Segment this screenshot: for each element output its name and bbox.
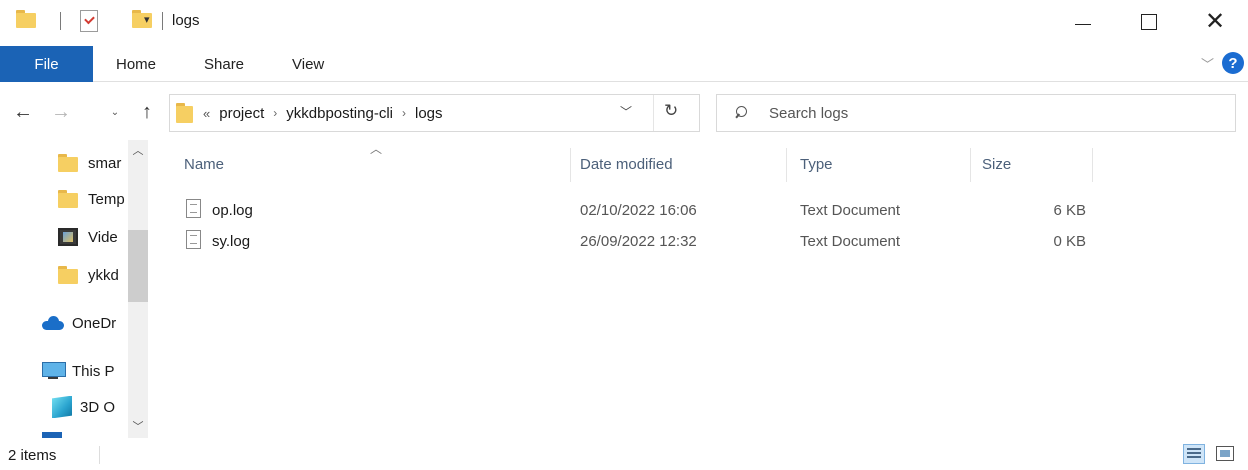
file-list: ︿ Name Date modified Type Size op.log 02… bbox=[150, 140, 1248, 438]
column-divider[interactable] bbox=[1092, 148, 1093, 182]
text-document-icon bbox=[186, 230, 201, 249]
folder-icon bbox=[176, 103, 193, 123]
navigation-bar: ← → ⌄ ↑ « project › ykkdbposting-cli › l… bbox=[0, 90, 1248, 136]
column-header-name[interactable]: Name bbox=[184, 156, 224, 173]
folder-icon bbox=[58, 190, 78, 208]
minimize-button[interactable] bbox=[1060, 0, 1106, 44]
forward-button[interactable]: → bbox=[44, 96, 78, 128]
address-bar[interactable]: « project › ykkdbposting-cli › logs ﹀ ↻ bbox=[169, 94, 700, 132]
maximize-icon bbox=[1141, 14, 1157, 30]
column-divider[interactable] bbox=[786, 148, 787, 182]
text-document-icon bbox=[186, 199, 201, 218]
breadcrumb: « project › ykkdbposting-cli › logs bbox=[203, 105, 443, 122]
quick-access-separator bbox=[60, 12, 61, 30]
breadcrumb-logs[interactable]: logs bbox=[415, 105, 443, 122]
column-header-type[interactable]: Type bbox=[800, 156, 833, 173]
folder-icon bbox=[58, 154, 78, 172]
breadcrumb-chevron-icon[interactable]: › bbox=[273, 106, 277, 120]
nav-item-label: 3D O bbox=[80, 398, 116, 416]
refresh-button[interactable]: ↻ bbox=[664, 101, 678, 121]
nav-item-this-pc[interactable]: This P bbox=[42, 360, 128, 382]
column-header-size[interactable]: Size bbox=[982, 156, 1011, 173]
details-view-icon[interactable] bbox=[1183, 444, 1205, 464]
folder-icon bbox=[58, 266, 78, 284]
navigation-pane-scrollbar[interactable]: ︿ ﹀ bbox=[128, 140, 148, 438]
3d-objects-icon bbox=[52, 396, 72, 418]
onedrive-cloud-icon bbox=[42, 316, 64, 330]
nav-item-label: smar bbox=[88, 154, 122, 172]
nav-item-label: ykkd bbox=[88, 266, 119, 284]
ribbon-tabs: File Home Share View ﹀ ? bbox=[0, 46, 1248, 82]
navigation-pane: smar Temp Vide ykkd OneDr This P 3D O ︿ … bbox=[0, 140, 150, 438]
item-count: 2 items bbox=[8, 447, 57, 464]
window-title: logs bbox=[172, 12, 200, 29]
breadcrumb-chevron-icon[interactable]: › bbox=[402, 106, 406, 120]
nav-item-label: This P bbox=[72, 362, 115, 380]
table-row[interactable]: sy.log 26/09/2022 12:32 Text Document 0 … bbox=[186, 227, 1086, 257]
file-size: 0 KB bbox=[1053, 233, 1086, 250]
close-button[interactable]: ✕ bbox=[1192, 0, 1238, 44]
properties-check-icon[interactable] bbox=[80, 10, 98, 32]
nav-item-label: OneDr bbox=[72, 314, 117, 332]
nav-item-onedrive[interactable]: OneDr bbox=[42, 312, 128, 334]
expand-ribbon-chevron-icon[interactable]: ﹀ bbox=[1201, 54, 1214, 73]
tab-view[interactable]: View bbox=[292, 46, 324, 82]
scroll-down-chevron-icon[interactable]: ﹀ bbox=[128, 416, 148, 436]
breadcrumb-ykkdbposting-cli[interactable]: ykkdbposting-cli bbox=[286, 105, 393, 122]
title-separator bbox=[162, 12, 163, 30]
scroll-up-chevron-icon[interactable]: ︿ bbox=[128, 140, 148, 160]
video-folder-icon bbox=[58, 228, 78, 246]
close-icon: ✕ bbox=[1204, 8, 1226, 35]
search-icon bbox=[733, 105, 747, 121]
status-divider bbox=[99, 446, 100, 464]
status-bar: 2 items bbox=[0, 438, 1248, 470]
up-button[interactable]: ↑ bbox=[132, 96, 162, 128]
maximize-button[interactable] bbox=[1126, 0, 1172, 44]
tab-home[interactable]: Home bbox=[116, 46, 156, 82]
tab-share[interactable]: Share bbox=[204, 46, 244, 82]
file-date-modified: 02/10/2022 16:06 bbox=[580, 202, 697, 219]
quick-access-dropdown[interactable]: ▾ bbox=[144, 13, 150, 26]
address-dropdown-chevron-icon[interactable]: ﹀ bbox=[620, 103, 632, 120]
file-type: Text Document bbox=[800, 202, 901, 219]
file-size: 6 KB bbox=[1053, 202, 1086, 219]
help-icon[interactable]: ? bbox=[1222, 52, 1244, 74]
address-divider bbox=[653, 95, 654, 131]
file-name[interactable]: sy.log bbox=[212, 233, 250, 250]
this-pc-icon bbox=[42, 362, 66, 380]
file-name[interactable]: op.log bbox=[212, 202, 253, 219]
breadcrumb-overflow[interactable]: « bbox=[203, 106, 210, 121]
large-icons-view-icon[interactable] bbox=[1216, 446, 1234, 461]
column-divider[interactable] bbox=[570, 148, 571, 182]
file-type: Text Document bbox=[800, 233, 901, 250]
search-box[interactable]: Search logs bbox=[716, 94, 1236, 132]
nav-item-3d-objects[interactable]: 3D O bbox=[42, 396, 128, 418]
nav-item-label: Temp bbox=[88, 190, 125, 208]
scrollbar-thumb[interactable] bbox=[128, 230, 148, 302]
folder-icon bbox=[16, 10, 36, 28]
title-bar: ▾ logs ✕ bbox=[0, 0, 1248, 44]
tab-file[interactable]: File bbox=[0, 46, 93, 82]
recent-locations-dropdown[interactable]: ⌄ bbox=[108, 96, 122, 128]
minimize-icon bbox=[1075, 23, 1091, 25]
search-input[interactable]: Search logs bbox=[769, 105, 848, 122]
back-button[interactable]: ← bbox=[6, 96, 40, 128]
column-header-date-modified[interactable]: Date modified bbox=[580, 156, 673, 173]
nav-item-label: Vide bbox=[88, 228, 118, 246]
breadcrumb-project[interactable]: project bbox=[219, 105, 264, 122]
column-divider[interactable] bbox=[970, 148, 971, 182]
table-row[interactable]: op.log 02/10/2022 16:06 Text Document 6 … bbox=[186, 196, 1086, 226]
sort-ascending-icon: ︿ bbox=[370, 142, 383, 156]
file-date-modified: 26/09/2022 12:32 bbox=[580, 233, 697, 250]
